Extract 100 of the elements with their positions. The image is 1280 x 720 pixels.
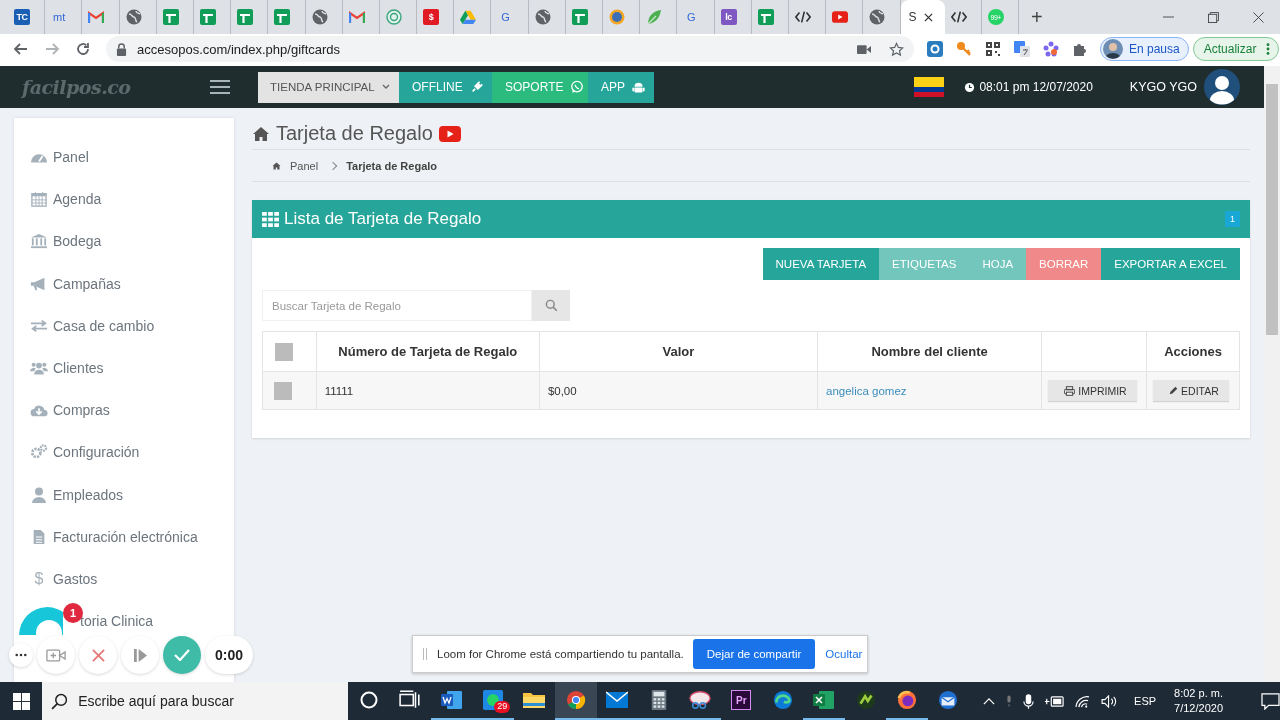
update-button[interactable]: Actualizar [1192, 37, 1280, 61]
address-bar[interactable]: accesopos.com/index.php/giftcards [106, 36, 914, 62]
client-link[interactable]: angelica gomez [826, 384, 907, 397]
search-input[interactable]: Escribe aquí para buscar [78, 693, 349, 709]
nav-button[interactable]: SOPORTE [492, 71, 588, 103]
star-icon[interactable] [889, 41, 904, 57]
site-icon: TC [14, 9, 30, 25]
table-cell: 11111 [324, 384, 354, 397]
restore-icon[interactable] [1208, 11, 1219, 23]
mail-icon[interactable] [606, 690, 629, 710]
plug-icon [469, 80, 484, 94]
sidebar-item[interactable]: Empleados [14, 473, 234, 516]
browser-icon[interactable] [564, 690, 587, 710]
table-sheet-icon[interactable] [571, 9, 588, 25]
more-icon[interactable] [1266, 42, 1271, 56]
search-field[interactable]: Buscar Tarjeta de Regalo [262, 290, 532, 321]
action-button[interactable]: EXPORTAR A EXCEL [1101, 248, 1240, 280]
scissors-icon[interactable] [689, 690, 711, 710]
notifications-icon[interactable] [1261, 692, 1280, 710]
table-sheet-icon[interactable] [199, 9, 216, 25]
wifi-icon[interactable] [1074, 694, 1092, 708]
language-indicator[interactable]: ESP [1134, 695, 1157, 707]
chat-app-icon[interactable] [482, 690, 505, 710]
hide-link[interactable]: Ocultar [825, 648, 863, 660]
translate-icon[interactable] [1014, 41, 1030, 57]
user-avatar-icon[interactable] [1204, 69, 1240, 105]
browser-icon[interactable] [771, 690, 794, 710]
print-button[interactable]: IMPRIMIR [1048, 380, 1137, 401]
profile-button[interactable]: En pausa [1100, 37, 1189, 61]
stop-sharing-button[interactable]: Dejar de compartir [692, 639, 816, 669]
mail-app-icon[interactable] [937, 690, 960, 710]
menu-icon[interactable] [210, 79, 230, 95]
circle-icon[interactable] [359, 691, 378, 709]
browser-icon[interactable] [895, 690, 918, 710]
video-play-icon[interactable] [438, 125, 461, 142]
table-sheet-icon[interactable] [757, 9, 774, 25]
extensions-icon[interactable] [1072, 41, 1088, 57]
sidebar-item[interactable]: Agenda [14, 178, 234, 221]
sidebar-item[interactable]: Configuración [14, 431, 234, 474]
sidebar-item[interactable]: toria Clinica [80, 606, 154, 637]
sidebar-item[interactable]: Compras [14, 389, 234, 432]
avatar-icon[interactable] [1103, 39, 1123, 59]
sidebar-item[interactable]: Facturación electrónica [14, 515, 234, 558]
globe-icon[interactable] [311, 9, 328, 25]
triangle-icon[interactable] [460, 9, 477, 25]
nav-button[interactable]: OFFLINE [399, 71, 492, 103]
key-icon[interactable] [956, 41, 972, 57]
edit-button[interactable]: EDITAR [1153, 380, 1229, 401]
qr-code-icon[interactable] [985, 41, 1001, 57]
drag-handle[interactable] [423, 648, 427, 660]
document-app-icon[interactable] [440, 690, 463, 710]
table-sheet-icon[interactable] [274, 9, 291, 25]
globe-icon[interactable] [534, 9, 551, 25]
scrollbar[interactable] [1264, 66, 1280, 682]
sidebar-item[interactable]: $ Gastos [14, 557, 234, 601]
sidebar-item[interactable]: Campañas [14, 262, 234, 305]
action-button[interactable]: NUEVA TARJETA [762, 248, 880, 280]
sidebar-item[interactable]: Casa de cambio [14, 304, 234, 347]
table-sheet-icon[interactable] [237, 9, 254, 25]
chevron-up-icon[interactable] [983, 697, 996, 705]
windows-start-icon[interactable] [12, 692, 30, 710]
sidebar-item[interactable]: Clientes [14, 346, 234, 390]
logo[interactable]: facilpos.co [22, 76, 198, 98]
sidebar-item[interactable]: Bodega [14, 220, 234, 263]
checkbox[interactable] [274, 381, 292, 400]
globe-icon[interactable] [869, 9, 886, 25]
spreadsheet-app-icon[interactable] [813, 690, 836, 710]
sidebar-item[interactable]: Panel [14, 136, 234, 179]
table-sheet-icon[interactable] [162, 9, 179, 25]
nav-button[interactable]: APP [588, 71, 654, 103]
clock[interactable]: 8:02 p. m. 7/12/2020 [1174, 686, 1223, 716]
browser-tab[interactable]: S [900, 0, 945, 34]
code-icon[interactable] [950, 9, 967, 25]
ring-icon[interactable] [385, 9, 402, 25]
folder-icon[interactable] [523, 690, 546, 710]
video-camera-icon[interactable] [857, 43, 871, 55]
close-tab-icon[interactable] [923, 12, 933, 22]
globe-icon[interactable] [125, 9, 142, 25]
search-field[interactable]: Escribe aquí para buscar [42, 682, 349, 720]
back-icon[interactable] [13, 41, 29, 57]
breadcrumb-link[interactable]: Panel [290, 159, 319, 172]
coin-icon[interactable] [609, 9, 625, 25]
taskbar-app[interactable]: Pr [720, 682, 763, 720]
volume-icon[interactable] [1101, 694, 1119, 708]
column-header: Número de Tarjeta de Regalo [338, 344, 518, 359]
nav-button[interactable]: TIENDA PRINCIPAL [258, 71, 399, 103]
battery-plug-icon[interactable] [1044, 694, 1065, 708]
close-icon[interactable] [1253, 11, 1264, 23]
flower-icon[interactable] [1043, 41, 1059, 57]
checkbox[interactable] [275, 342, 293, 361]
task-view-icon[interactable] [399, 690, 422, 710]
video-play-icon[interactable] [832, 9, 849, 25]
code-icon[interactable] [794, 9, 811, 25]
user-name[interactable]: KYGO YGO [1129, 80, 1197, 94]
new-tab-button[interactable]: + [1030, 7, 1043, 27]
reload-icon[interactable] [75, 41, 91, 57]
extension-icon[interactable] [927, 41, 943, 57]
app-icon[interactable] [854, 690, 877, 710]
taskbar-app[interactable]: 29 [472, 682, 514, 720]
microphone-icon[interactable] [1023, 692, 1035, 710]
